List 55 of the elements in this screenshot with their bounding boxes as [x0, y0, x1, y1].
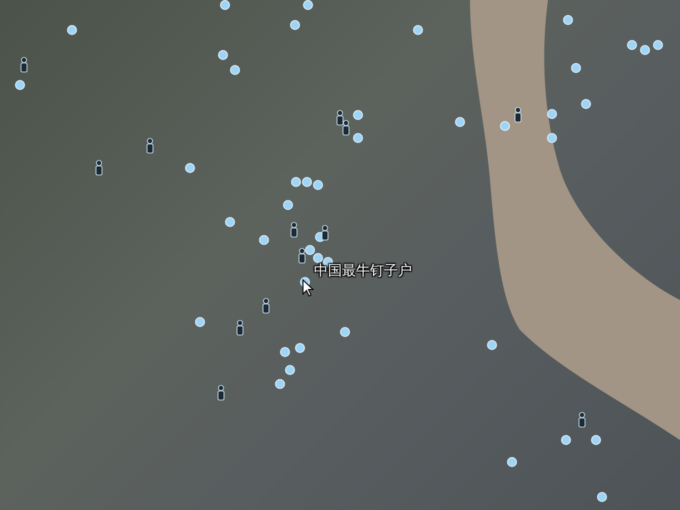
location-dot-icon[interactable] [597, 492, 607, 502]
location-dot-icon[interactable] [313, 253, 323, 263]
location-dot-icon[interactable] [283, 200, 293, 210]
location-dot-icon[interactable] [291, 177, 301, 187]
location-dot-icon[interactable] [547, 133, 557, 143]
location-dot-icon[interactable] [353, 110, 363, 120]
location-dot-icon[interactable] [285, 365, 295, 375]
location-dot-icon[interactable] [230, 65, 240, 75]
person-marker-icon[interactable] [146, 138, 154, 154]
person-marker-icon[interactable] [342, 120, 350, 136]
person-marker-icon[interactable] [298, 248, 306, 264]
person-marker-icon[interactable] [321, 225, 329, 241]
location-dot-icon[interactable] [218, 50, 228, 60]
person-marker-icon[interactable] [20, 57, 28, 73]
location-dot-icon[interactable] [353, 133, 363, 143]
location-dot-icon[interactable] [280, 347, 290, 357]
location-dot-icon[interactable] [507, 457, 517, 467]
location-dot-icon[interactable] [627, 40, 637, 50]
person-marker-icon[interactable] [514, 107, 522, 123]
location-dot-icon[interactable] [487, 340, 497, 350]
location-dot-icon[interactable] [305, 245, 315, 255]
person-marker-icon[interactable] [336, 110, 344, 126]
location-dot-icon[interactable] [413, 25, 423, 35]
person-marker-icon[interactable] [217, 385, 225, 401]
location-dot-icon[interactable] [455, 117, 465, 127]
location-dot-icon[interactable] [571, 63, 581, 73]
location-dot-icon[interactable] [220, 0, 230, 10]
location-dot-icon[interactable] [563, 15, 573, 25]
location-dot-icon[interactable] [303, 0, 313, 10]
person-marker-icon[interactable] [95, 160, 103, 176]
location-dot-icon[interactable] [185, 163, 195, 173]
location-dot-icon[interactable] [547, 109, 557, 119]
person-marker-icon[interactable] [290, 222, 298, 238]
location-dot-icon[interactable] [340, 327, 350, 337]
location-dot-icon[interactable] [302, 177, 312, 187]
mouse-pointer-icon [302, 279, 314, 297]
place-label[interactable]: 中国最牛钉子户 [314, 262, 412, 280]
satellite-map[interactable]: 中国最牛钉子户 [0, 0, 680, 510]
person-marker-icon[interactable] [578, 412, 586, 428]
location-dot-icon[interactable] [640, 45, 650, 55]
location-dot-icon[interactable] [290, 20, 300, 30]
location-dot-icon[interactable] [195, 317, 205, 327]
location-dot-icon[interactable] [653, 40, 663, 50]
location-dot-icon[interactable] [259, 235, 269, 245]
location-dot-icon[interactable] [295, 343, 305, 353]
location-dot-icon[interactable] [313, 180, 323, 190]
location-dot-icon[interactable] [15, 80, 25, 90]
location-dot-icon[interactable] [561, 435, 571, 445]
location-dot-icon[interactable] [225, 217, 235, 227]
location-dot-icon[interactable] [275, 379, 285, 389]
location-dot-icon[interactable] [581, 99, 591, 109]
location-dot-icon[interactable] [591, 435, 601, 445]
person-marker-icon[interactable] [262, 298, 270, 314]
location-dot-icon[interactable] [67, 25, 77, 35]
person-marker-icon[interactable] [236, 320, 244, 336]
